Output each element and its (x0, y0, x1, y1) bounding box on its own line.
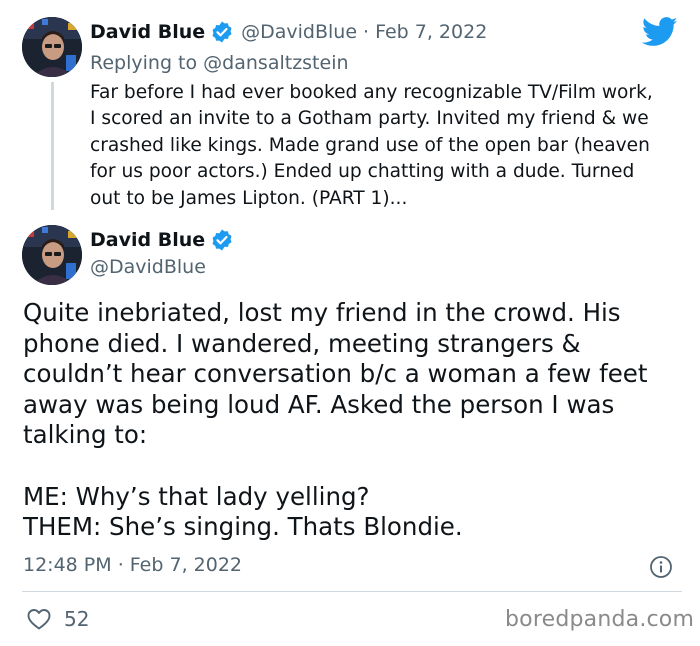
heart-icon[interactable] (26, 607, 52, 631)
main-tweet-paragraph: Quite inebriated, lost my friend in the … (23, 298, 648, 450)
info-icon[interactable] (649, 555, 673, 579)
reply-display-name[interactable]: David Blue (90, 21, 205, 43)
like-count: 52 (64, 607, 90, 631)
main-display-name[interactable]: David Blue (90, 229, 205, 251)
main-avatar[interactable] (22, 225, 82, 285)
reply-author-row: David Blue @DavidBlue · Feb 7, 2022 (90, 20, 487, 44)
thread-connector-line (51, 82, 54, 210)
main-handle[interactable]: @DavidBlue (90, 256, 206, 278)
reply-handle[interactable]: @DavidBlue (241, 21, 357, 43)
engagement-divider (22, 591, 682, 592)
reply-tweet-text: Far before I had ever booked any recogni… (90, 82, 653, 209)
main-author-row: David Blue (90, 228, 234, 252)
main-tweet-text: Quite inebriated, lost my friend in the … (23, 298, 683, 543)
tweet-date[interactable]: Feb 7, 2022 (130, 554, 242, 576)
tweet-time[interactable]: 12:48 PM (23, 554, 112, 576)
replying-to-line: Replying to @dansaltzstein (90, 52, 349, 74)
tweet-timestamp[interactable]: 12:48 PM · Feb 7, 2022 (23, 554, 242, 576)
reply-separator: · (363, 21, 370, 43)
verified-badge-icon (210, 228, 234, 252)
twitter-bird-icon (641, 17, 678, 47)
verified-badge-icon (210, 20, 234, 44)
watermark: boredpanda.com (505, 607, 695, 632)
main-tweet-dialogue-me: ME: Why’s that lady yelling? (23, 481, 370, 511)
timestamp-separator: · (117, 554, 124, 576)
replying-prefix: Replying to (90, 52, 198, 74)
main-tweet-dialogue-them: THEM: She’s singing. Thats Blondie. (23, 512, 463, 542)
reply-avatar[interactable] (22, 17, 82, 77)
replying-mention-link[interactable]: @dansaltzstein (203, 52, 348, 74)
reply-date[interactable]: Feb 7, 2022 (375, 21, 487, 43)
